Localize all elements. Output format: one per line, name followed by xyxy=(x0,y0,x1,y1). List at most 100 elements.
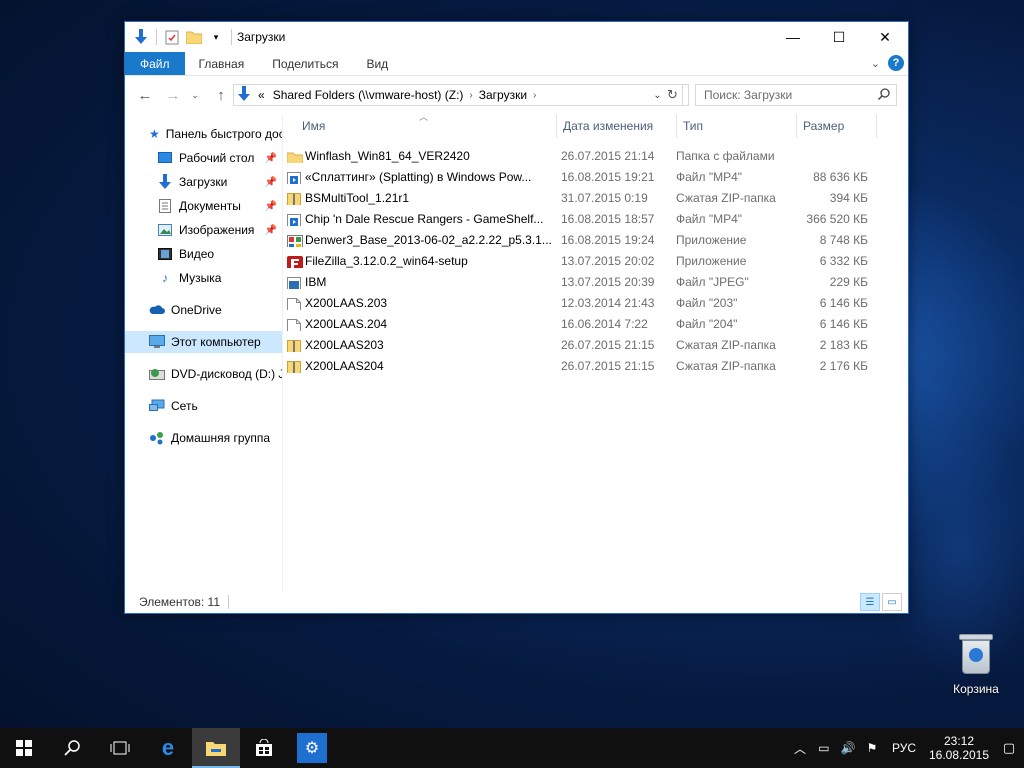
store-icon[interactable] xyxy=(240,728,288,768)
breadcrumb-shared-folders[interactable]: Shared Folders (\\vmware-host) (Z:) xyxy=(273,88,464,102)
search-icon[interactable] xyxy=(48,728,96,768)
nav-dvd-drive[interactable]: DVD-дисковод (D:) J_ xyxy=(125,363,282,385)
file-type: Приложение xyxy=(676,232,747,247)
clock[interactable]: 23:12 16.08.2015 xyxy=(924,734,994,762)
file-date: 16.08.2015 19:21 xyxy=(561,169,655,184)
file-date: 26.07.2015 21:15 xyxy=(561,337,655,352)
recent-locations-chevron-icon[interactable]: ⌄ xyxy=(183,83,207,107)
breadcrumb-downloads[interactable]: Загрузки xyxy=(479,88,527,102)
table-row[interactable]: X200LAAS203 26.07.2015 21:15 Сжатая ZIP-па… xyxy=(283,334,868,355)
close-button[interactable]: ✕ xyxy=(862,22,908,52)
nav-this-pc[interactable]: Этот компьютер xyxy=(125,331,282,353)
breadcrumb-separator-icon[interactable]: › xyxy=(469,90,472,101)
download-folder-icon xyxy=(133,29,149,45)
large-icons-view-icon[interactable]: ▭ xyxy=(882,593,902,611)
start-windows-icon[interactable] xyxy=(0,728,48,768)
column-header-date[interactable]: Дата изменения xyxy=(557,114,677,138)
show-hidden-icons-chevron-icon[interactable]: ︿ xyxy=(788,740,812,757)
nav-quick-access[interactable]: ★ Панель быстрого доступа xyxy=(125,123,282,145)
breadcrumb-separator-icon[interactable]: › xyxy=(533,90,536,101)
help-icon[interactable]: ? xyxy=(888,55,904,71)
customize-toolbar-chevron-icon[interactable]: ▾ xyxy=(208,29,224,45)
table-row[interactable]: X200LAAS.204 16.06.2014 7:22 Файл "204" 6 1… xyxy=(283,313,868,334)
maximize-button[interactable]: ☐ xyxy=(816,22,862,52)
table-row[interactable]: X200LAAS.203 12.03.2014 21:43 Файл "203" 6 … xyxy=(283,292,868,313)
download-icon xyxy=(157,174,173,190)
table-row[interactable]: X200LAAS204 26.07.2015 21:15 Сжатая ZIP-па… xyxy=(283,355,868,376)
file-size: 229 КБ xyxy=(829,274,868,289)
star-icon: ★ xyxy=(149,127,160,141)
file-type: Сжатая ZIP-папка xyxy=(676,190,776,205)
file-size: 6 146 КБ xyxy=(819,316,868,331)
minimize-button[interactable]: — xyxy=(770,22,816,52)
nav-music[interactable]: ♪ Музыка xyxy=(125,267,282,289)
settings-gear-icon[interactable]: ⚙ xyxy=(297,733,327,763)
properties-icon[interactable] xyxy=(164,29,180,45)
nav-downloads[interactable]: Загрузки 📌 xyxy=(125,171,282,193)
pin-icon[interactable]: 📌 xyxy=(265,225,277,236)
file-size: 2 183 КБ xyxy=(819,337,868,352)
file-type: Сжатая ZIP-папка xyxy=(676,337,776,352)
table-row[interactable]: Chip 'n Dale Rescue Rangers - GameShelf.… xyxy=(283,208,868,229)
expand-ribbon-chevron-icon[interactable]: ⌄ xyxy=(871,57,880,70)
table-row[interactable]: BSMultiTool_1.21r1 31.07.2015 0:19 Сжатая … xyxy=(283,187,868,208)
tab-share[interactable]: Поделиться xyxy=(258,52,352,75)
recycle-bin-shortcut[interactable]: Корзина xyxy=(944,632,1008,696)
file-size: 394 КБ xyxy=(829,190,868,205)
file-name: BSMultiTool_1.21r1 xyxy=(305,190,410,205)
action-center-flag-icon[interactable]: ⚑ xyxy=(860,741,884,755)
task-view-icon[interactable] xyxy=(96,728,144,768)
notifications-icon[interactable]: ▢ xyxy=(994,740,1024,756)
edge-browser-icon[interactable]: e xyxy=(144,728,192,768)
pin-icon[interactable]: 📌 xyxy=(265,153,277,164)
nav-homegroup[interactable]: Домашняя группа xyxy=(125,427,282,449)
details-view-icon[interactable]: ☰ xyxy=(860,593,880,611)
tab-home[interactable]: Главная xyxy=(185,52,259,75)
file-explorer-icon[interactable] xyxy=(192,728,240,768)
clock-time: 23:12 xyxy=(943,734,975,748)
file-type: Файл "204" xyxy=(676,316,738,331)
table-row[interactable]: FileZilla_3.12.0.2_win64-setup 13.07.2015… xyxy=(283,250,868,271)
column-header-size[interactable]: Размер xyxy=(797,114,877,138)
file-date: 26.07.2015 21:15 xyxy=(561,358,655,373)
pin-icon[interactable]: 📌 xyxy=(265,177,277,188)
nav-pictures[interactable]: Изображения 📌 xyxy=(125,219,282,241)
back-arrow-icon[interactable]: ← xyxy=(133,83,157,107)
folder-icon xyxy=(286,151,304,163)
table-row[interactable]: Denwer3_Base_2013-06-02_a2.2.22_p5.3.1..… xyxy=(283,229,868,250)
nav-desktop[interactable]: Рабочий стол 📌 xyxy=(125,147,282,169)
nav-label: OneDrive xyxy=(171,303,222,317)
recycle-bin-label: Корзина xyxy=(953,682,999,696)
search-input[interactable]: Поиск: Загрузки xyxy=(695,84,897,106)
nav-videos[interactable]: Видео xyxy=(125,243,282,265)
tab-file[interactable]: Файл xyxy=(125,52,185,75)
address-bar[interactable]: « Shared Folders (\\vmware-host) (Z:) › … xyxy=(233,84,689,106)
table-row[interactable]: Winflash_Win81_64_VER2420 26.07.2015 21:1… xyxy=(283,145,868,166)
nav-label: Этот компьютер xyxy=(171,335,261,349)
column-header-name[interactable]: ︿ Имя xyxy=(283,112,557,138)
quick-access-toolbar: ▾ xyxy=(125,22,233,52)
nav-network[interactable]: Сеть xyxy=(125,395,282,417)
app-icon xyxy=(287,234,303,247)
forward-arrow-icon[interactable]: → xyxy=(161,83,185,107)
view-switcher: ☰ ▭ xyxy=(860,593,902,611)
column-header-type[interactable]: Тип xyxy=(677,114,797,138)
blank-file-icon xyxy=(287,318,303,331)
nav-label: Музыка xyxy=(179,271,222,285)
volume-icon[interactable]: 🔊 xyxy=(836,741,860,755)
new-folder-icon[interactable] xyxy=(186,29,202,45)
nav-onedrive[interactable]: OneDrive xyxy=(125,299,282,321)
table-row[interactable]: IBM 13.07.2015 20:39 Файл "JPEG" 229 КБ xyxy=(283,271,868,292)
table-row[interactable]: «Сплаттинг» (Splatting) в Windows Pow...… xyxy=(283,166,868,187)
search-placeholder: Поиск: Загрузки xyxy=(704,88,793,102)
breadcrumb-overflow[interactable]: « xyxy=(258,88,265,102)
nav-label: Рабочий стол xyxy=(179,151,255,165)
tab-view[interactable]: Вид xyxy=(352,52,402,75)
nav-documents[interactable]: Документы 📌 xyxy=(125,195,282,217)
up-arrow-icon[interactable]: ↑ xyxy=(209,83,233,107)
refresh-icon[interactable]: ↻ xyxy=(663,84,683,106)
pin-icon[interactable]: 📌 xyxy=(265,201,277,212)
video-icon xyxy=(157,246,173,262)
network-tray-icon[interactable]: ▭ xyxy=(812,741,836,755)
input-language[interactable]: РУС xyxy=(892,741,916,755)
